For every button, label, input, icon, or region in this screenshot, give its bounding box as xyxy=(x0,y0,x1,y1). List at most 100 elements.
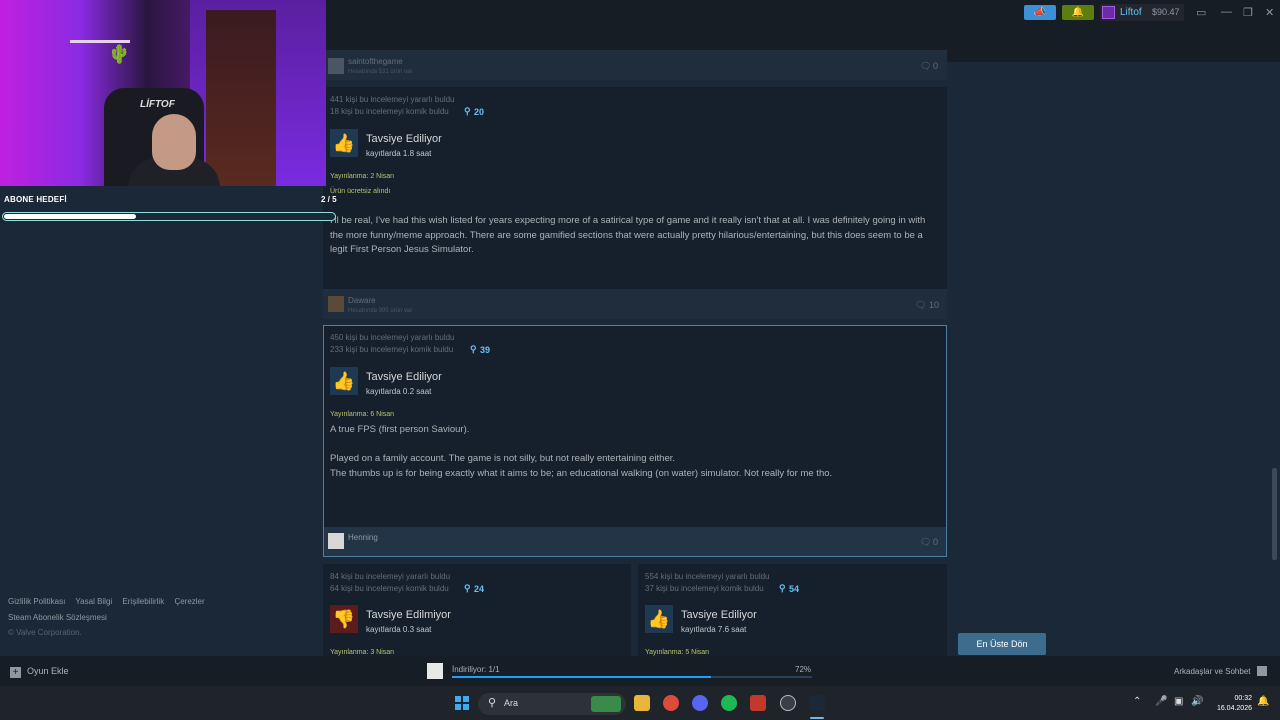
download-progress-fill xyxy=(452,676,712,678)
comment-icon: 🗨 xyxy=(920,61,932,71)
review-hours: kayıtlarda 7.6 saat xyxy=(681,625,747,634)
account-menu[interactable]: Liftof $90.47 xyxy=(1100,4,1184,21)
back-to-top-button[interactable]: En Üste Dön xyxy=(958,633,1046,655)
legal-link[interactable]: Yasal Bilgi xyxy=(75,597,112,606)
review-author-strip[interactable]: Henning 🗨 0 xyxy=(324,527,946,556)
comment-icon: 🗨 xyxy=(920,537,932,547)
review-hours: kayıtlarda 1.8 saat xyxy=(366,149,432,158)
plus-icon: + xyxy=(10,667,21,678)
footer-links: Gizlilik Politikası Yasal Bilgi Erişileb… xyxy=(8,597,213,606)
review-body-line: A true FPS (first person Saviour). xyxy=(330,424,470,435)
chevron-up-icon[interactable]: ⌃ xyxy=(1133,696,1141,707)
scrollbar-thumb[interactable] xyxy=(1272,468,1277,560)
review-verdict[interactable]: Tavsiye Ediliyor xyxy=(366,371,442,383)
clock-time: 00:32 xyxy=(1234,695,1252,702)
spotify-icon[interactable] xyxy=(721,695,737,711)
award-count: 20 xyxy=(474,107,485,117)
scrollbar[interactable] xyxy=(1272,62,1277,652)
award-count: 24 xyxy=(474,584,485,594)
cactus-light-icon: 🌵 xyxy=(108,44,131,64)
privacy-link[interactable]: Gizlilik Politikası xyxy=(8,597,65,606)
review-card: 554 kişi bu incelemeyi yararlı buldu 37 … xyxy=(638,564,947,656)
review-helpful-count: 554 kişi bu incelemeyi yararlı buldu xyxy=(645,572,770,581)
thumbs-up-icon: 👍 xyxy=(330,367,358,395)
comment-count: 10 xyxy=(929,300,940,310)
accessibility-link[interactable]: Erişilebilirlik xyxy=(122,597,164,606)
award-icon: ⚲ xyxy=(470,344,477,354)
voicemod-icon[interactable] xyxy=(750,695,766,711)
thumbs-up-icon: 👍 xyxy=(645,605,673,633)
friends-chat-label: Arkadaşlar ve Sohbet xyxy=(1174,667,1251,676)
download-status[interactable]: İndiriliyor: 1/1 xyxy=(452,665,500,674)
review-body: I'll be real, I've had this wish listed … xyxy=(330,215,926,255)
review-author-strip[interactable]: saintofthegame Hesabında 531 ürün var 🗨 … xyxy=(323,50,947,80)
review-verdict[interactable]: Tavsiye Ediliyor xyxy=(681,609,757,621)
review-funny-count: 37 kişi bu incelemeyi komik buldu xyxy=(645,584,764,593)
notification-icon[interactable]: 🔔 xyxy=(1257,696,1269,707)
microphone-icon[interactable]: 🎤 xyxy=(1155,696,1167,707)
webcam-shelf xyxy=(70,40,130,43)
sub-goal-count: 2 / 5 xyxy=(321,195,337,204)
close-icon[interactable]: ✕ xyxy=(1265,6,1274,19)
cookies-link[interactable]: Çerezler xyxy=(174,597,204,606)
review-body-line: Played on a family account. The game is … xyxy=(330,453,676,464)
award-count: 39 xyxy=(480,345,491,355)
review-verdict[interactable]: Tavsiye Edilmiyor xyxy=(366,609,451,621)
discord-icon[interactable] xyxy=(692,695,708,711)
review-author-name[interactable]: saintofthegame xyxy=(348,57,403,66)
comment-count: 0 xyxy=(933,61,939,71)
clock-date: 16.04.2026 xyxy=(1216,705,1252,712)
avatar xyxy=(328,58,344,74)
chair-logo: LİFTOF xyxy=(140,99,175,110)
taskbar-search[interactable]: ⚲ Ara xyxy=(478,693,626,715)
review-posted-date: Yayınlanma: 2 Nisan xyxy=(330,173,395,180)
download-game-icon[interactable] xyxy=(427,663,443,679)
friends-chat-button[interactable]: Arkadaşlar ve Sohbet xyxy=(1174,666,1267,676)
award-icon: ⚲ xyxy=(464,583,471,593)
award-icon: ⚲ xyxy=(779,583,786,593)
clock[interactable]: 00:32 16.04.2026 xyxy=(1212,694,1252,714)
avatar xyxy=(328,533,344,549)
review-author-name[interactable]: Daware xyxy=(348,296,376,305)
chat-icon xyxy=(1256,666,1267,676)
chrome-icon[interactable] xyxy=(663,695,679,711)
search-highlight-image xyxy=(591,696,621,712)
comment-icon: 🗨 xyxy=(915,300,927,310)
download-progress-track xyxy=(452,676,812,678)
review-author-products: Hesabında 531 ürün var xyxy=(348,69,413,75)
review-hours: kayıtlarda 0.3 saat xyxy=(366,625,432,634)
add-game-button[interactable]: + Oyun Ekle xyxy=(10,666,69,678)
review-author-strip[interactable]: Daware Hesabında 995 ürün var 🗨 10 xyxy=(323,289,947,319)
review-helpful-count: 441 kişi bu incelemeyi yararlı buldu xyxy=(330,95,455,104)
thumbs-down-icon: 👎 xyxy=(330,605,358,633)
announcements-button[interactable]: 📣 xyxy=(1024,5,1056,20)
review-card: 84 kişi bu incelemeyi yararlı buldu 64 k… xyxy=(323,564,631,656)
minimize-icon[interactable]: — xyxy=(1221,6,1232,18)
search-placeholder: Ara xyxy=(504,698,519,708)
notifications-button[interactable]: 🔔 xyxy=(1062,5,1094,20)
review-verdict[interactable]: Tavsiye Ediliyor xyxy=(366,133,442,145)
sub-goal-fill xyxy=(4,214,136,219)
review-card: saintofthegame Hesabında 531 ürün var 🗨 … xyxy=(323,50,947,80)
review-card: 441 kişi bu incelemeyi yararlı buldu 18 … xyxy=(323,87,947,319)
subscriber-agreement-link[interactable]: Steam Abonelik Sözleşmesi xyxy=(8,613,107,622)
windows-start-icon[interactable] xyxy=(455,696,469,710)
comment-count: 0 xyxy=(933,537,939,547)
thumbs-up-icon: 👍 xyxy=(330,129,358,157)
download-percent: 72% xyxy=(795,665,812,674)
avatar xyxy=(328,296,344,312)
review-author-name[interactable]: Henning xyxy=(348,533,378,542)
active-app-indicator xyxy=(810,717,824,719)
download-bar: + Oyun Ekle İndiriliyor: 1/1 72% Arkadaşl… xyxy=(0,656,1280,686)
bell-icon: 🔔 xyxy=(1071,7,1085,18)
file-explorer-icon[interactable] xyxy=(634,695,650,711)
volume-icon[interactable]: 🔊 xyxy=(1191,696,1203,707)
steam-icon[interactable] xyxy=(809,695,825,711)
review-funny-count: 18 kişi bu incelemeyi komik buldu xyxy=(330,107,449,116)
monitor-icon[interactable]: ▭ xyxy=(1196,6,1206,19)
network-icon[interactable]: ▣ xyxy=(1174,696,1183,707)
restore-icon[interactable]: ❐ xyxy=(1243,6,1253,19)
obs-icon[interactable] xyxy=(780,695,796,711)
webcam-overlay: 🌵 LİFTOF xyxy=(0,0,326,186)
review-body-line: The thumbs up is for being exactly what … xyxy=(330,468,833,479)
